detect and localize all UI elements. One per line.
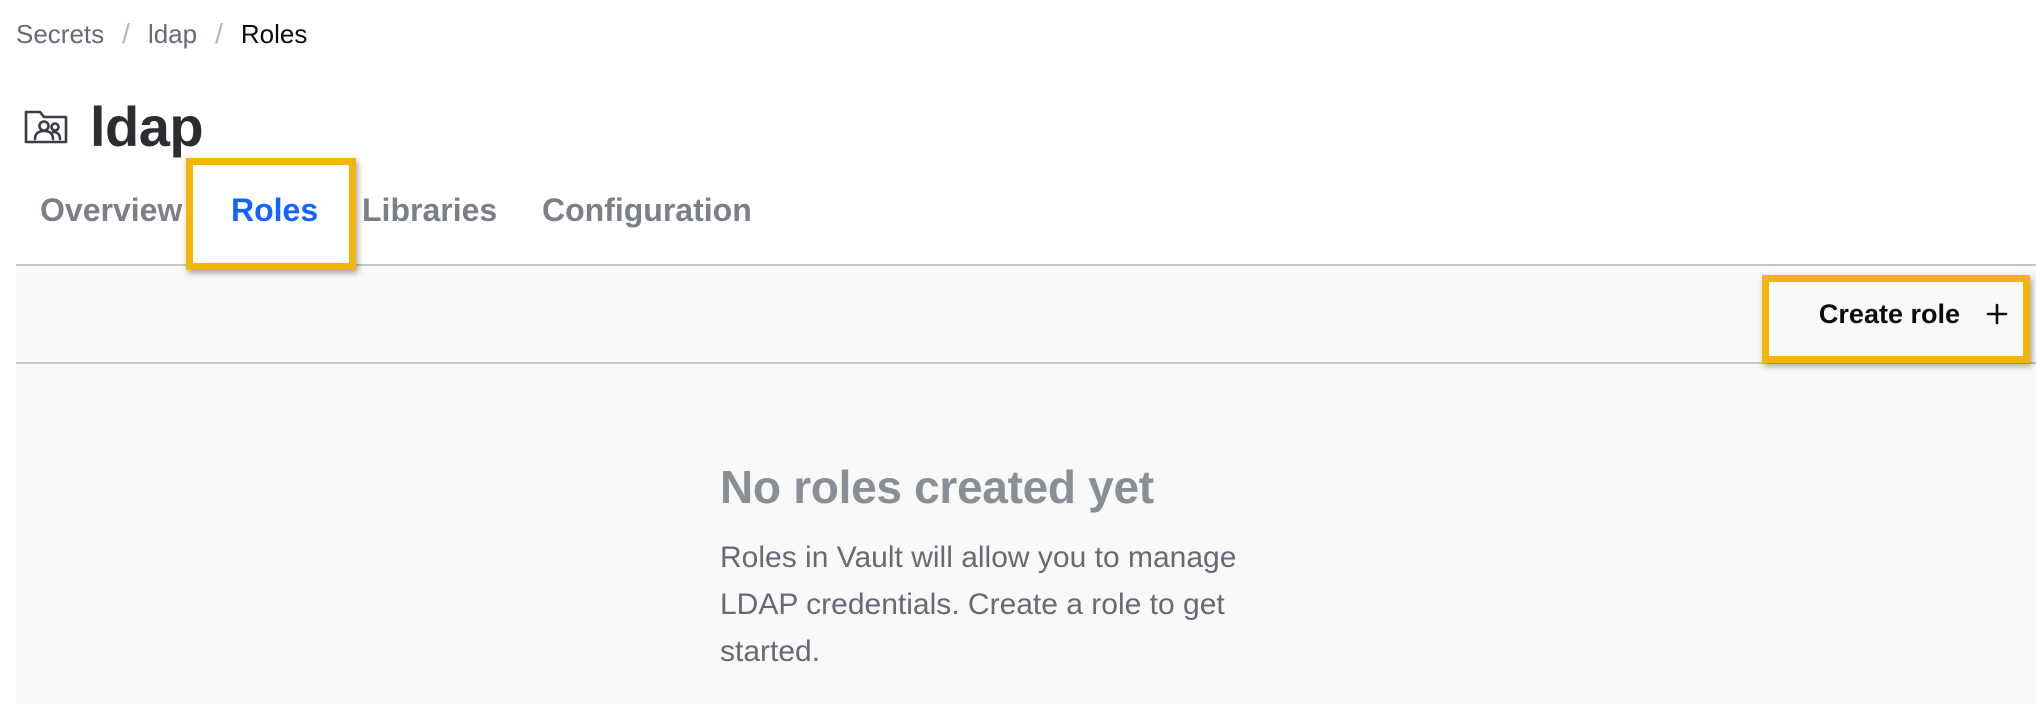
empty-state-line: LDAP credentials. Create a role to get [720, 588, 1225, 621]
breadcrumb-item-ldap[interactable]: ldap [148, 19, 197, 50]
breadcrumb-separator: / [122, 18, 130, 49]
breadcrumb: Secrets / ldap / Roles [16, 14, 307, 54]
empty-state-title: No roles created yet [720, 461, 1154, 513]
plus-icon [1986, 303, 2008, 325]
breadcrumb-item-secrets[interactable]: Secrets [16, 19, 104, 50]
tab-configuration[interactable]: Configuration [542, 192, 752, 229]
empty-state: No roles created yet Roles in Vault will… [16, 364, 2036, 704]
tab-roles[interactable]: Roles [231, 192, 318, 229]
tab-overview[interactable]: Overview [40, 192, 182, 229]
create-role-button[interactable]: Create role [1811, 286, 2016, 342]
toolbar: Create role [16, 266, 2036, 364]
empty-state-message: Roles in Vault will allow you to manage … [720, 534, 1320, 675]
page-header: ldap [22, 88, 204, 164]
breadcrumb-separator: / [215, 18, 223, 49]
empty-state-line: Roles in Vault will allow you to manage [720, 541, 1237, 574]
create-role-label: Create role [1818, 298, 1960, 329]
page-title: ldap [90, 94, 204, 158]
tab-bar: Overview Roles Libraries Configuration [16, 170, 2036, 266]
breadcrumb-item-roles: Roles [240, 18, 308, 49]
tab-libraries[interactable]: Libraries [362, 192, 497, 229]
folder-users-icon [24, 110, 68, 144]
empty-state-line: started. [720, 635, 821, 668]
